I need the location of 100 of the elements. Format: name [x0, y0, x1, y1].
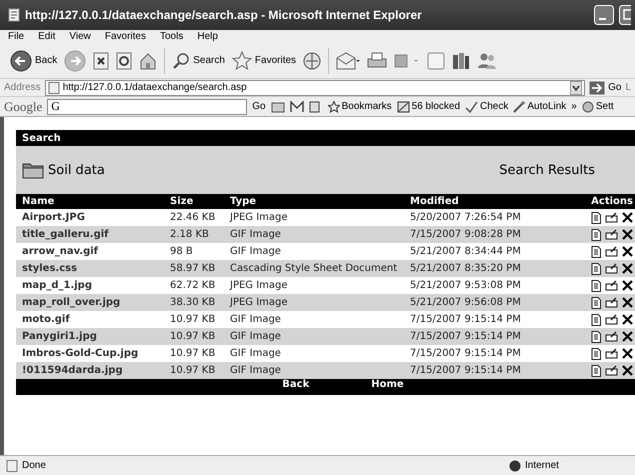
file-size: 62.72 KB — [169, 279, 216, 293]
column-header: Modified — [404, 194, 557, 209]
star-icon[interactable] — [232, 51, 252, 70]
stop-icon[interactable] — [93, 52, 110, 70]
search-field[interactable]: G — [47, 98, 248, 114]
modified-date: 5/21/2007 8:35:20 PM — [404, 260, 557, 277]
search-icon[interactable] — [172, 52, 190, 70]
toolbar-button[interactable]: Search — [172, 52, 225, 70]
delete-icon[interactable] — [622, 365, 633, 376]
go-button[interactable]: Go — [252, 101, 266, 112]
file-type: GIF Image — [229, 347, 282, 361]
modified-date: 5/21/2007 9:53:08 PM — [409, 279, 522, 293]
delete-icon[interactable] — [622, 212, 633, 223]
tray-icon[interactable] — [605, 314, 618, 325]
file-size: 10.97 KB — [164, 328, 224, 345]
people-icon[interactable] — [477, 52, 498, 70]
arrow-icon — [589, 80, 606, 94]
file-size: 10.97 KB — [164, 362, 224, 379]
house-icon[interactable] — [139, 52, 158, 70]
menu-item[interactable]: Favorites — [104, 31, 146, 42]
delete-icon[interactable] — [622, 348, 633, 359]
delete-icon[interactable] — [622, 314, 633, 325]
document-icon[interactable] — [591, 364, 601, 376]
tray-icon[interactable] — [605, 365, 618, 376]
spell-check-icon — [465, 100, 478, 112]
status-text: Done — [22, 460, 47, 471]
tray-icon[interactable] — [605, 348, 618, 359]
file-type: JPEG Image — [224, 294, 404, 311]
square-icon[interactable] — [394, 52, 420, 68]
blocked-window-icon — [396, 100, 410, 112]
file-type: JPEG Image — [228, 279, 289, 293]
menu-item[interactable]: View — [69, 31, 91, 42]
menu-item[interactable]: Tools — [160, 31, 184, 42]
links-label[interactable]: L — [625, 82, 631, 93]
delete-icon[interactable] — [622, 280, 633, 291]
modified-date: 5/20/2007 7:26:54 PM — [409, 211, 522, 225]
popup-blocker-button[interactable]: 56 blocked — [396, 100, 460, 112]
document-icon[interactable] — [591, 212, 601, 224]
envelope-icon[interactable] — [336, 52, 360, 70]
file-size: 38.30 KB — [164, 294, 224, 311]
tray-icon[interactable] — [605, 263, 618, 274]
footer-link[interactable]: Home — [371, 379, 404, 395]
file-name: Imbros-Gold-Cup.jpg — [21, 347, 140, 361]
tray-icon[interactable] — [605, 246, 618, 257]
document-icon[interactable] — [591, 246, 601, 258]
results-title: Search Results — [499, 162, 596, 178]
modified-date: 7/15/2007 9:08:28 PM — [404, 226, 557, 243]
address-label: Address — [4, 82, 41, 93]
more-button[interactable]: » — [571, 101, 577, 112]
books-icon[interactable] — [452, 52, 470, 70]
document-icon[interactable] — [591, 348, 601, 360]
tray-icon[interactable] — [605, 331, 618, 342]
tray-icon[interactable] — [605, 280, 618, 291]
window-title: http://127.0.0.1/dataexchange/search.asp - Microsoft Internet Explorer — [25, 8, 423, 22]
file-name: title_galleru.gif — [16, 226, 164, 243]
delete-icon[interactable] — [622, 246, 633, 257]
minimize-icon[interactable] — [594, 5, 614, 25]
delete-icon[interactable] — [622, 229, 633, 240]
toolbar-button[interactable]: Back — [10, 50, 58, 72]
file-size: 58.97 KB — [164, 260, 224, 277]
file-name: styles.css — [16, 260, 164, 277]
column-header: Actions — [557, 194, 635, 209]
document-icon[interactable] — [591, 262, 601, 274]
document-icon[interactable] — [591, 296, 601, 308]
menu-item[interactable]: Edit — [38, 31, 56, 42]
document-icon[interactable] — [591, 280, 601, 292]
google-logo: Google — [4, 98, 42, 114]
file-name: moto.gif — [21, 313, 71, 327]
address-field[interactable]: http://127.0.0.1/dataexchange/search.asp — [44, 80, 586, 96]
delete-icon[interactable] — [622, 297, 633, 308]
footer-link[interactable]: Back — [282, 379, 310, 395]
tray-icon[interactable] — [605, 212, 618, 223]
menu-item[interactable]: Help — [197, 31, 218, 42]
file-size: 10.97 KB — [169, 347, 216, 361]
settings-button[interactable]: Sett — [582, 100, 614, 112]
file-name: Panygiri1.jpg — [16, 328, 164, 345]
file-size: 10.97 KB — [169, 313, 216, 327]
autolink-button[interactable]: AutoLink — [513, 100, 566, 112]
folder-name: Soil data — [48, 162, 106, 178]
file-type: GIF Image — [224, 328, 404, 345]
tray-icon[interactable] — [605, 297, 618, 308]
modified-date: 7/15/2007 9:15:14 PM — [404, 362, 557, 379]
maximize-icon[interactable] — [619, 5, 631, 25]
spell-check-button[interactable]: Check — [465, 100, 508, 112]
file-size: 2.18 KB — [164, 226, 224, 243]
bookmarks-button[interactable]: Bookmarks — [328, 100, 392, 112]
printer-icon[interactable] — [367, 52, 388, 70]
column-header: Type — [224, 194, 404, 209]
document-icon[interactable] — [591, 228, 601, 240]
file-size: 22.46 KB — [169, 211, 216, 225]
document-icon[interactable] — [591, 314, 601, 326]
toolbar-button[interactable]: Favorites — [232, 51, 296, 70]
tray-icon[interactable] — [605, 229, 618, 240]
menu-item[interactable]: File — [8, 31, 24, 42]
dropdown-icon — [570, 80, 582, 94]
document-icon[interactable] — [591, 330, 601, 342]
zone-text: Internet — [525, 460, 559, 471]
go-button[interactable]: Go — [589, 80, 622, 94]
delete-icon[interactable] — [622, 263, 633, 274]
delete-icon[interactable] — [622, 331, 633, 342]
